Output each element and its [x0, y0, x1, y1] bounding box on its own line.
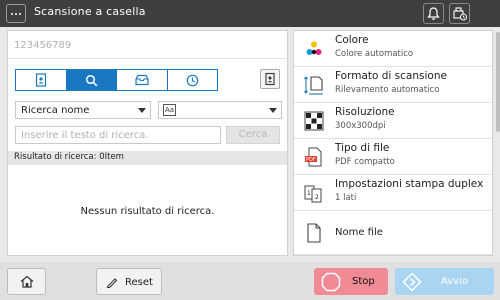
home-button[interactable]: [7, 268, 46, 295]
destination-tabs: [15, 69, 218, 91]
clock-icon: [186, 74, 199, 86]
setting-resolution[interactable]: Risoluzione 300x300dpi: [294, 103, 492, 139]
chevron-down-icon: [269, 108, 277, 113]
search-type-value: Ricerca nome: [21, 105, 90, 116]
tab-search[interactable]: [66, 70, 117, 90]
address-book-add-icon: [265, 72, 275, 86]
address-book-icon: [35, 73, 46, 87]
title-bar: Scansione a casella: [0, 0, 500, 27]
no-result-message: Nessun risultato di ricerca.: [80, 206, 215, 217]
chevron-down-icon: [138, 108, 146, 113]
stop-label: Stop: [352, 276, 375, 287]
tab-address-book[interactable]: [16, 70, 67, 90]
setting-color[interactable]: Colore Colore automatico: [294, 31, 492, 67]
result-count: Risultato di ricerca: 0Item: [14, 152, 124, 162]
svg-text:1: 1: [307, 190, 311, 197]
search-type-select[interactable]: Ricerca nome: [15, 101, 151, 119]
start-button[interactable]: Avvio: [395, 268, 494, 295]
document-icon: [307, 223, 321, 243]
color-dots-icon: [306, 41, 322, 55]
app-title: Scansione a casella: [34, 5, 146, 18]
home-icon: [20, 275, 34, 288]
svg-text:PDF: PDF: [306, 157, 316, 163]
setting-file-type[interactable]: PDF Tipo di file PDF compatto: [294, 139, 492, 175]
reset-pen-icon: [106, 278, 118, 288]
address-field[interactable]: 123456789: [8, 31, 289, 59]
reset-label: Reset: [125, 277, 153, 288]
settings-scrollbar[interactable]: [496, 32, 500, 132]
pdf-file-icon: PDF: [305, 147, 322, 167]
duplex-icon: 12: [304, 185, 322, 203]
svg-text:2: 2: [315, 194, 319, 201]
menu-button[interactable]: [6, 4, 26, 23]
setting-file-name[interactable]: Nome file: [294, 211, 492, 255]
stop-button[interactable]: Stop: [314, 268, 388, 295]
notification-bell-icon[interactable]: [423, 3, 444, 24]
scan-size-icon: [304, 76, 323, 95]
search-input[interactable]: Inserire il testo di ricerca.: [15, 126, 221, 144]
tab-history[interactable]: [167, 70, 217, 90]
index-select[interactable]: Aa: [158, 101, 282, 119]
settings-list: Colore Colore automatico Formato di scan…: [293, 30, 493, 256]
text-case-icon: Aa: [163, 104, 176, 116]
setting-duplex[interactable]: 12 Impostazioni stampa duplex 1 lati: [294, 175, 492, 211]
start-label: Avvio: [441, 276, 468, 287]
address-placeholder: 123456789: [14, 40, 72, 51]
box-tray-icon: [135, 74, 149, 86]
job-status-icon[interactable]: [449, 3, 470, 24]
resolution-icon: [304, 111, 324, 131]
stop-octagon-icon: [321, 272, 341, 292]
destination-panel: 123456789 Ricerca nome Aa Inserire il te…: [7, 30, 289, 256]
start-diamond-icon: [402, 272, 422, 292]
tab-box[interactable]: [117, 70, 168, 90]
search-placeholder: Inserire il testo di ricerca.: [21, 130, 149, 141]
search-icon: [85, 74, 98, 86]
setting-scan-size[interactable]: Formato di scansione Rilevamento automat…: [294, 67, 492, 103]
result-header: Risultato di ricerca: 0Item: [8, 151, 287, 165]
search-button[interactable]: Cerca: [226, 126, 280, 144]
address-details-button[interactable]: [260, 69, 280, 89]
reset-button[interactable]: Reset: [96, 268, 162, 295]
